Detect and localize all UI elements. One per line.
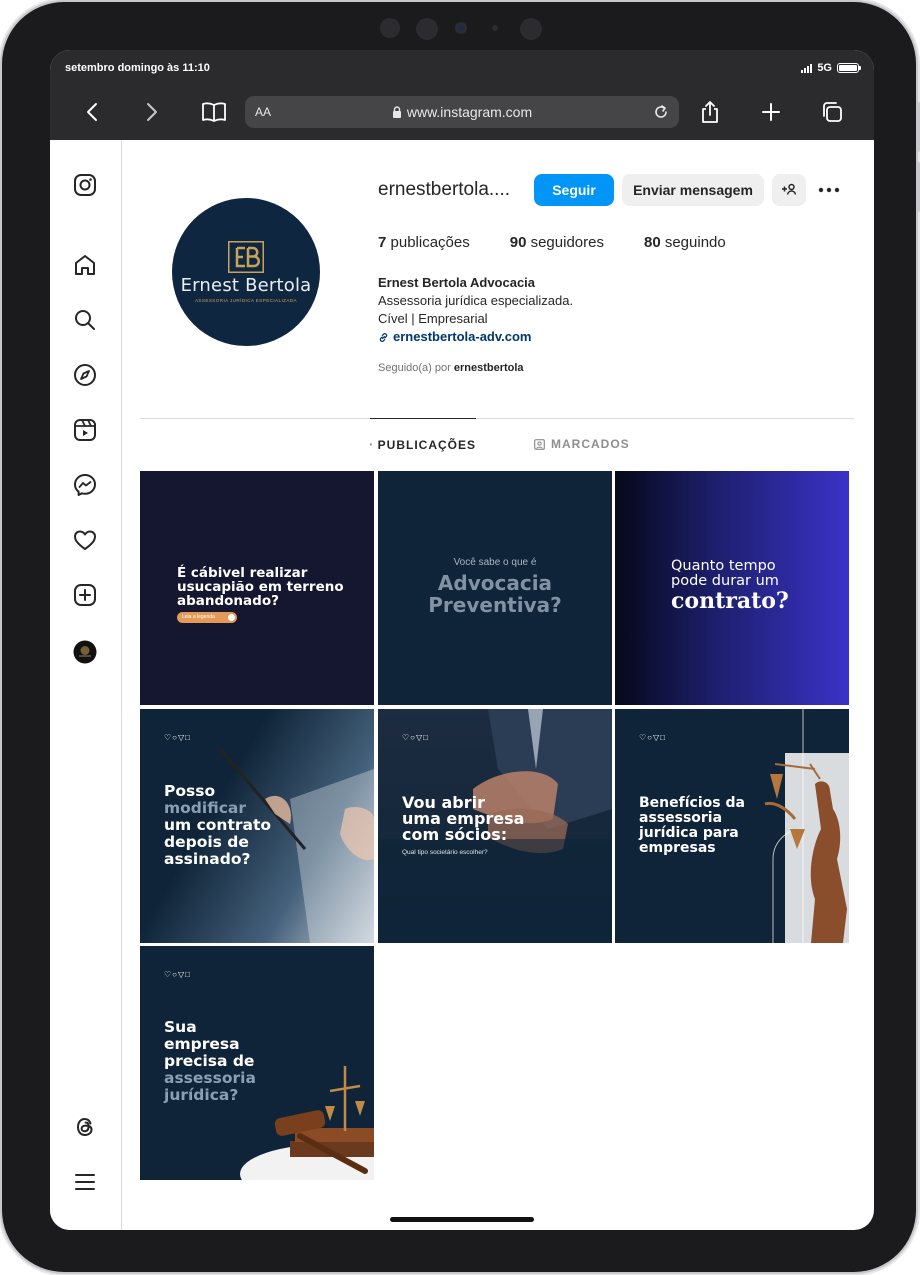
post-tile[interactable]: ♡○▽□ Posso modificar um contrato depois … (140, 709, 374, 943)
explore-icon[interactable] (70, 360, 100, 390)
status-bar: setembro domingo às 11:10 5G (65, 62, 861, 78)
more-options-icon[interactable] (818, 179, 840, 201)
logo-monogram (227, 240, 264, 273)
profile-tabs: PUBLICAÇÕES MARCADOS (140, 418, 854, 470)
posts-stat[interactable]: 7 publicações (378, 234, 470, 251)
tagged-icon (534, 438, 545, 450)
link-icon (379, 332, 388, 342)
network-label: 5G (817, 62, 832, 74)
post-tile[interactable]: ♡○▽□ Vou abrir uma empresa com sócios: Q… (378, 709, 612, 943)
messenger-icon[interactable] (70, 470, 100, 500)
browser-chrome: setembro domingo às 11:10 5G AA www.inst… (50, 50, 874, 140)
grid-icon (370, 443, 372, 446)
tablet-frame: setembro domingo às 11:10 5G AA www.inst… (2, 2, 920, 1272)
bio-line: Assessoria jurídica especializada. (378, 293, 574, 308)
create-icon[interactable] (70, 580, 100, 610)
send-message-button[interactable]: Enviar mensagem (622, 174, 764, 206)
search-icon[interactable] (70, 305, 100, 335)
share-icon[interactable] (692, 94, 728, 130)
post-tile[interactable]: Você sabe o que é Advocacia Preventiva? (378, 471, 612, 705)
post-tile[interactable]: É cábivel realizar usucapião em terreno … (140, 471, 374, 705)
profile-stats: 7 publicações 90 seguidores 80 seguindo (378, 234, 766, 251)
browser-toolbar: AA www.instagram.com (50, 94, 874, 130)
suggest-user-button[interactable] (772, 174, 806, 206)
followers-stat[interactable]: 90 seguidores (510, 234, 604, 251)
read-caption-badge: Leia a legenda (177, 612, 237, 623)
post-tile[interactable]: Quanto tempo pode durar um contrato? (615, 471, 849, 705)
home-icon[interactable] (70, 250, 100, 280)
menu-icon[interactable] (70, 1167, 100, 1197)
reels-icon[interactable] (70, 415, 100, 445)
url-text: www.instagram.com (406, 104, 533, 120)
followed-by[interactable]: Seguido(a) por ernestbertola (378, 362, 524, 374)
back-icon[interactable] (74, 94, 110, 130)
threads-icon[interactable] (70, 1112, 100, 1142)
following-stat[interactable]: 80 seguindo (644, 234, 726, 251)
username: ernestbertola.... (378, 179, 511, 200)
display-name: Ernest Bertola Advocacia (378, 275, 536, 290)
check-icon (228, 614, 235, 621)
instagram-logo-icon[interactable] (70, 170, 100, 200)
post-action-icons: ♡○▽□ (164, 970, 191, 979)
post-action-icons: ♡○▽□ (402, 733, 429, 742)
add-person-icon (782, 183, 797, 195)
home-indicator[interactable] (390, 1217, 534, 1222)
logo-name: Ernest Bertola (180, 275, 312, 296)
address-bar[interactable]: AA www.instagram.com (245, 96, 679, 128)
bookmarks-icon[interactable] (196, 94, 232, 130)
forward-icon[interactable] (134, 94, 170, 130)
bio-line: Cível | Empresarial (378, 311, 488, 326)
tab-tagged[interactable]: MARCADOS (534, 418, 630, 470)
instagram-sidebar (50, 140, 122, 1230)
reload-icon[interactable] (649, 100, 673, 124)
post-action-icons: ♡○▽□ (639, 733, 666, 742)
tabs-overview-icon[interactable] (814, 94, 850, 130)
status-time: setembro domingo às 11:10 (65, 62, 210, 74)
username-row: ernestbertola.... Seguir Enviar mensagem (378, 174, 840, 206)
signal-icon (801, 63, 813, 73)
heart-icon[interactable] (70, 525, 100, 555)
profile-avatar[interactable]: Ernest Bertola ASSESSORIA JURÍDICA ESPEC… (172, 198, 320, 346)
camera-bar (2, 16, 916, 40)
profile-bio: Ernest Bertola Advocacia Assessoria jurí… (378, 274, 573, 346)
follow-button[interactable]: Seguir (534, 174, 614, 206)
lock-icon (392, 106, 401, 118)
post-tile[interactable]: ♡○▽□ Sua empresa precisa de assessoria j… (140, 946, 374, 1180)
tab-posts[interactable]: PUBLICAÇÕES (370, 418, 476, 470)
volume-button (916, 102, 920, 152)
post-tile[interactable]: ♡○▽□ Benefícios da assessoria jurídica p… (615, 709, 849, 943)
logo-tagline: ASSESSORIA JURÍDICA ESPECIALIZADA (194, 298, 298, 303)
new-tab-icon[interactable] (753, 94, 789, 130)
profile-avatar-icon[interactable] (70, 637, 100, 667)
battery-icon (837, 63, 861, 73)
volume-button (916, 162, 920, 212)
screen: setembro domingo às 11:10 5G AA www.inst… (50, 50, 874, 1230)
bio-link[interactable]: ernestbertola-adv.com (378, 328, 573, 346)
